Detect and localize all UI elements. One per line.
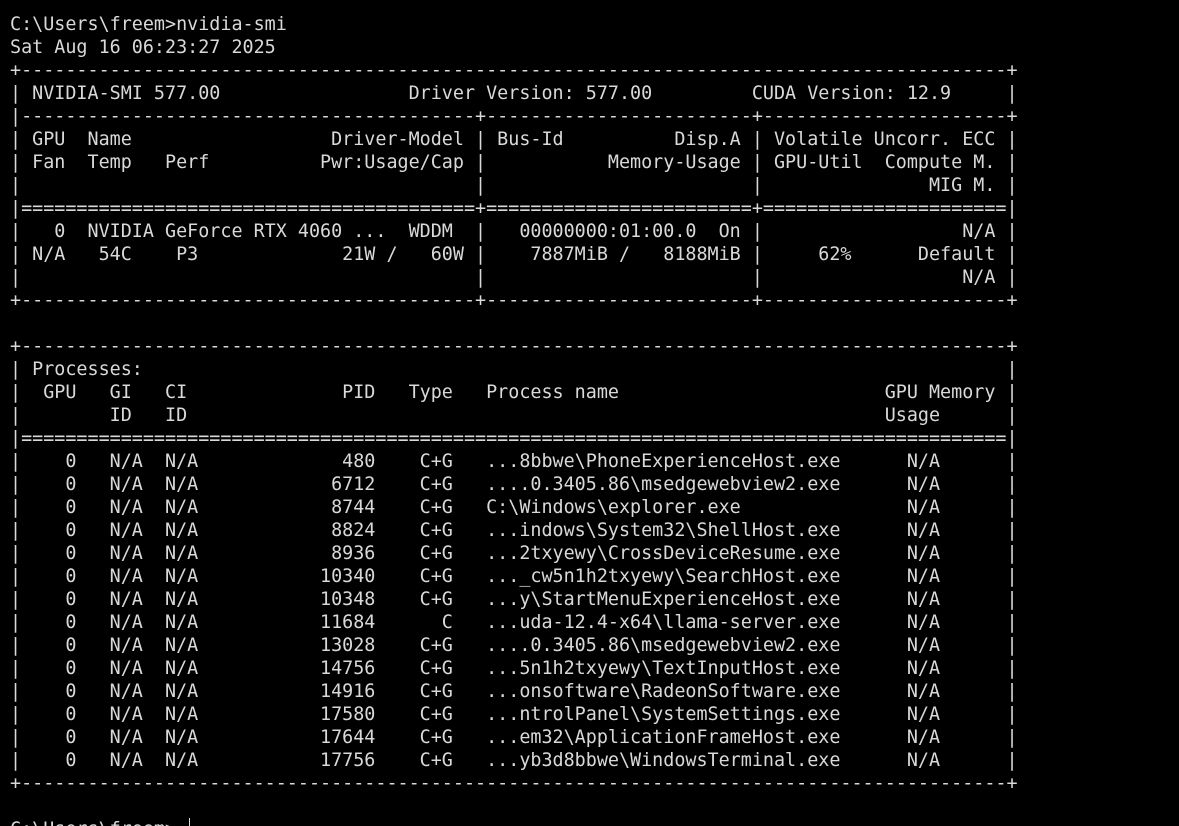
command-line: C:\Users\freem>nvidia-smi [10,14,287,35]
process-row: | 0 N/A N/A 10348 C+G ...y\StartMenuExpe… [10,589,1018,610]
process-row: | 0 N/A N/A 14756 C+G ...5n1h2txyewy\Tex… [10,658,1018,679]
process-row: | 0 N/A N/A 10340 C+G ..._cw5n1h2txyewy\… [10,566,1018,587]
process-row: | 0 N/A N/A 6712 C+G ....0.3405.86\msedg… [10,474,1018,495]
processes-table-bottom-border: +---------------------------------------… [10,773,1018,794]
gpu-header-separator: |=======================================… [10,198,1018,219]
processes-title-row: | Processes: | [10,359,1018,380]
gpu-header-row-3: | | | MIG M. | [10,175,1018,196]
text-cursor [189,818,190,826]
process-row: | 0 N/A N/A 8744 C+G C:\Windows\explorer… [10,497,1018,518]
process-row: | 0 N/A N/A 480 C+G ...8bbwe\PhoneExperi… [10,451,1018,472]
process-row: | 0 N/A N/A 17580 C+G ...ntrolPanel\Syst… [10,704,1018,725]
process-row: | 0 N/A N/A 13028 C+G ....0.3405.86\msed… [10,635,1018,656]
gpu-info-row-2: | N/A 54C P3 21W / 60W | 7887MiB / 8188M… [10,244,1018,265]
process-row: | 0 N/A N/A 11684 C ...uda-12.4-x64\llam… [10,612,1018,633]
process-row: | 0 N/A N/A 17644 C+G ...em32\Applicatio… [10,727,1018,748]
processes-header-row-2: | ID ID Usage | [10,405,1018,426]
gpu-table-top-border: +---------------------------------------… [10,60,1018,81]
gpu-header-row-1: | GPU Name Driver-Model | Bus-Id Disp.A … [10,129,1018,150]
processes-header-row-1: | GPU GI CI PID Type Process name GPU Me… [10,382,1018,403]
process-row: | 0 N/A N/A 14916 C+G ...onsoftware\Rade… [10,681,1018,702]
gpu-info-row-3: | | | N/A | [10,267,1018,288]
process-row: | 0 N/A N/A 8824 C+G ...indows\System32\… [10,520,1018,541]
gpu-header-row-2: | Fan Temp Perf Pwr:Usage/Cap | Memory-U… [10,152,1018,173]
gpu-table-divider: |---------------------------------------… [10,106,1018,127]
gpu-table-bottom-border: +---------------------------------------… [10,290,1018,311]
processes-table-top-border: +---------------------------------------… [10,336,1018,357]
prompt-line[interactable]: C:\Users\freem> [10,818,1179,826]
gpu-info-row-1: | 0 NVIDIA GeForce RTX 4060 ... WDDM | 0… [10,221,1018,242]
process-row: | 0 N/A N/A 17756 C+G ...yb3d8bbwe\Windo… [10,750,1018,771]
process-row: | 0 N/A N/A 8936 C+G ...2txyewy\CrossDev… [10,543,1018,564]
timestamp-line: Sat Aug 16 06:23:27 2025 [10,37,276,58]
processes-header-separator: |=======================================… [10,428,1018,449]
smi-version-row: | NVIDIA-SMI 577.00 Driver Version: 577.… [10,83,1018,104]
terminal-window[interactable]: C:\Users\freem>nvidia-smi Sat Aug 16 06:… [0,0,1179,826]
